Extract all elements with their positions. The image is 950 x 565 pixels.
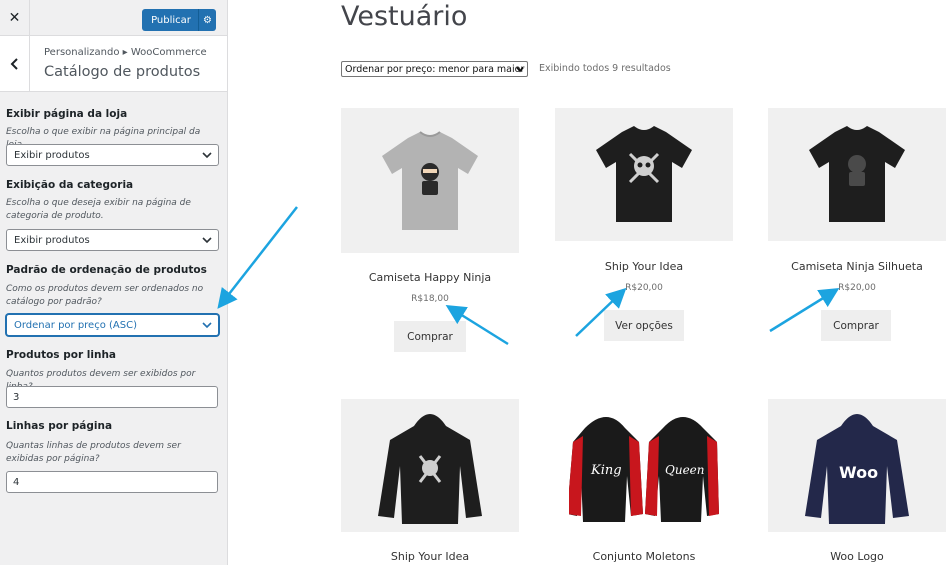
product-title[interactable]: Conjunto Moletons bbox=[555, 550, 733, 563]
category-display-title: Exibição da categoria bbox=[6, 179, 134, 191]
publish-label: Publicar bbox=[151, 14, 191, 26]
default-sorting-description: Como os produtos devem ser ordenados no … bbox=[6, 284, 204, 307]
close-customizer-button[interactable]: ✕ bbox=[0, 0, 30, 36]
category-display-value: Exibir produtos bbox=[14, 234, 90, 246]
products-per-row-input[interactable]: 3 bbox=[6, 386, 218, 408]
orderby-select[interactable]: Ordenar por preço: menor para maior bbox=[341, 61, 528, 77]
chevron-down-icon bbox=[516, 66, 524, 73]
navy-hoodie-woo-image: Woo bbox=[805, 413, 909, 524]
product-price: R$20,00 bbox=[838, 283, 876, 293]
svg-text:Woo: Woo bbox=[839, 463, 878, 482]
gear-icon[interactable]: ⚙ bbox=[198, 9, 216, 31]
breadcrumb: Personalizando ▸ WooCommerce bbox=[44, 47, 207, 58]
black-hoodie-skull-image bbox=[378, 413, 482, 524]
category-display-select[interactable]: Exibir produtos bbox=[6, 229, 219, 251]
result-count: Exibindo todos 9 resultados bbox=[539, 63, 671, 74]
product-title[interactable]: Woo Logo bbox=[768, 550, 946, 563]
publish-button[interactable]: Publicar ⚙ bbox=[142, 9, 216, 31]
section-title: Catálogo de produtos bbox=[44, 64, 201, 80]
product-title[interactable]: Ship Your Idea bbox=[555, 260, 733, 273]
black-tshirt-ninja-silhouette-image bbox=[809, 126, 905, 222]
page-title: Vestuário bbox=[341, 1, 468, 32]
chevron-down-icon bbox=[202, 237, 212, 244]
products-per-row-title: Produtos por linha bbox=[6, 349, 117, 361]
shop-page-display-select[interactable]: Exibir produtos bbox=[6, 144, 219, 166]
close-icon: ✕ bbox=[8, 10, 21, 26]
product-title[interactable]: Camiseta Happy Ninja bbox=[341, 271, 519, 284]
orderby-value: Ordenar por preço: menor para maior bbox=[345, 63, 525, 75]
default-sorting-select[interactable]: Ordenar por preço (ASC) bbox=[6, 314, 219, 336]
back-button[interactable] bbox=[0, 36, 30, 92]
svg-text:King: King bbox=[590, 463, 622, 478]
shop-page-display-value: Exibir produtos bbox=[14, 149, 90, 161]
buy-button[interactable]: Comprar bbox=[821, 310, 891, 341]
product-image[interactable]: Woo bbox=[768, 399, 946, 532]
section-header: Personalizando ▸ WooCommerce Catálogo de… bbox=[0, 36, 227, 92]
product-title[interactable]: Camiseta Ninja Silhueta bbox=[768, 260, 946, 273]
customizer-sidebar: ✕ Publicar ⚙ Personalizando ▸ WooCommerc… bbox=[0, 0, 228, 565]
chevron-down-icon bbox=[202, 322, 212, 329]
default-sorting-value: Ordenar por preço (ASC) bbox=[14, 319, 137, 331]
rows-per-page-description: Quantas linhas de produtos devem ser exi… bbox=[6, 441, 181, 464]
svg-text:Queen: Queen bbox=[665, 463, 705, 477]
buy-button[interactable]: Comprar bbox=[394, 321, 466, 352]
product-image[interactable] bbox=[341, 399, 519, 532]
rows-per-page-input[interactable]: 4 bbox=[6, 471, 218, 493]
product-price: R$20,00 bbox=[625, 283, 663, 293]
customizer-topbar: ✕ Publicar ⚙ bbox=[0, 0, 227, 36]
shop-page-display-title: Exibir página da loja bbox=[6, 108, 128, 120]
view-options-button[interactable]: Ver opções bbox=[604, 310, 684, 341]
shop-preview: Vestuário Ordenar por preço: menor para … bbox=[229, 0, 950, 565]
product-image[interactable] bbox=[768, 108, 946, 241]
gray-tshirt-ninja-image bbox=[382, 130, 478, 230]
chevron-left-icon bbox=[10, 58, 18, 70]
chevron-down-icon bbox=[202, 152, 212, 159]
king-queen-hoodies-image: King Queen bbox=[569, 416, 719, 522]
default-sorting-title: Padrão de ordenação de produtos bbox=[6, 264, 207, 276]
product-image[interactable]: King Queen bbox=[555, 399, 733, 532]
category-display-description: Escolha o que deseja exibir na página de… bbox=[6, 198, 191, 221]
product-image[interactable] bbox=[341, 108, 519, 253]
rows-per-page-title: Linhas por página bbox=[6, 420, 113, 432]
product-title[interactable]: Ship Your Idea bbox=[341, 550, 519, 563]
product-price: R$18,00 bbox=[411, 294, 449, 304]
black-tshirt-skull-image bbox=[596, 126, 692, 222]
product-image[interactable] bbox=[555, 108, 733, 241]
